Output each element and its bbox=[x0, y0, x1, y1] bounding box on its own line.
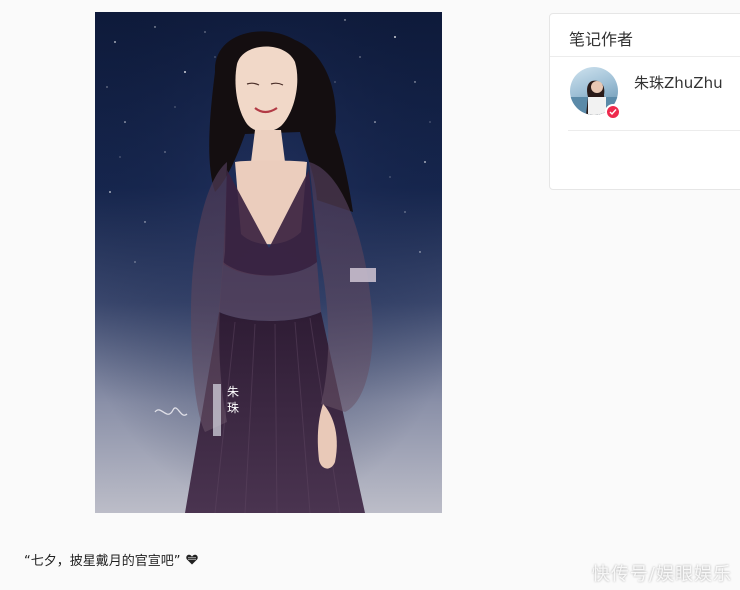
author-name[interactable]: 朱珠ZhuZhu bbox=[634, 72, 723, 93]
note-photo[interactable]: 朱珠 bbox=[95, 12, 442, 513]
verified-check-icon bbox=[605, 104, 621, 120]
author-card: 笔记作者 朱珠ZhuZhu bbox=[549, 13, 740, 190]
note-text: “七夕，披星戴月的官宣吧” bbox=[24, 550, 199, 569]
image-caption-name: 朱珠 bbox=[227, 385, 240, 415]
photo-illustration bbox=[95, 12, 442, 513]
photo-blur-patch bbox=[350, 268, 376, 282]
note-text-content: “七夕，披星戴月的官宣吧” bbox=[24, 554, 181, 569]
watermark: 快传号/娱眼娱乐 bbox=[591, 564, 732, 585]
author-card-title: 笔记作者 bbox=[569, 30, 634, 49]
note-page: 朱珠 笔记作者 朱珠ZhuZhu “七夕，披星戴月的官宣吧” 快传号/娱眼娱乐 bbox=[0, 0, 740, 590]
caption-blur bbox=[213, 384, 221, 436]
black-heart-icon bbox=[186, 554, 199, 565]
card-divider-bottom bbox=[568, 130, 740, 131]
card-divider bbox=[550, 56, 740, 57]
